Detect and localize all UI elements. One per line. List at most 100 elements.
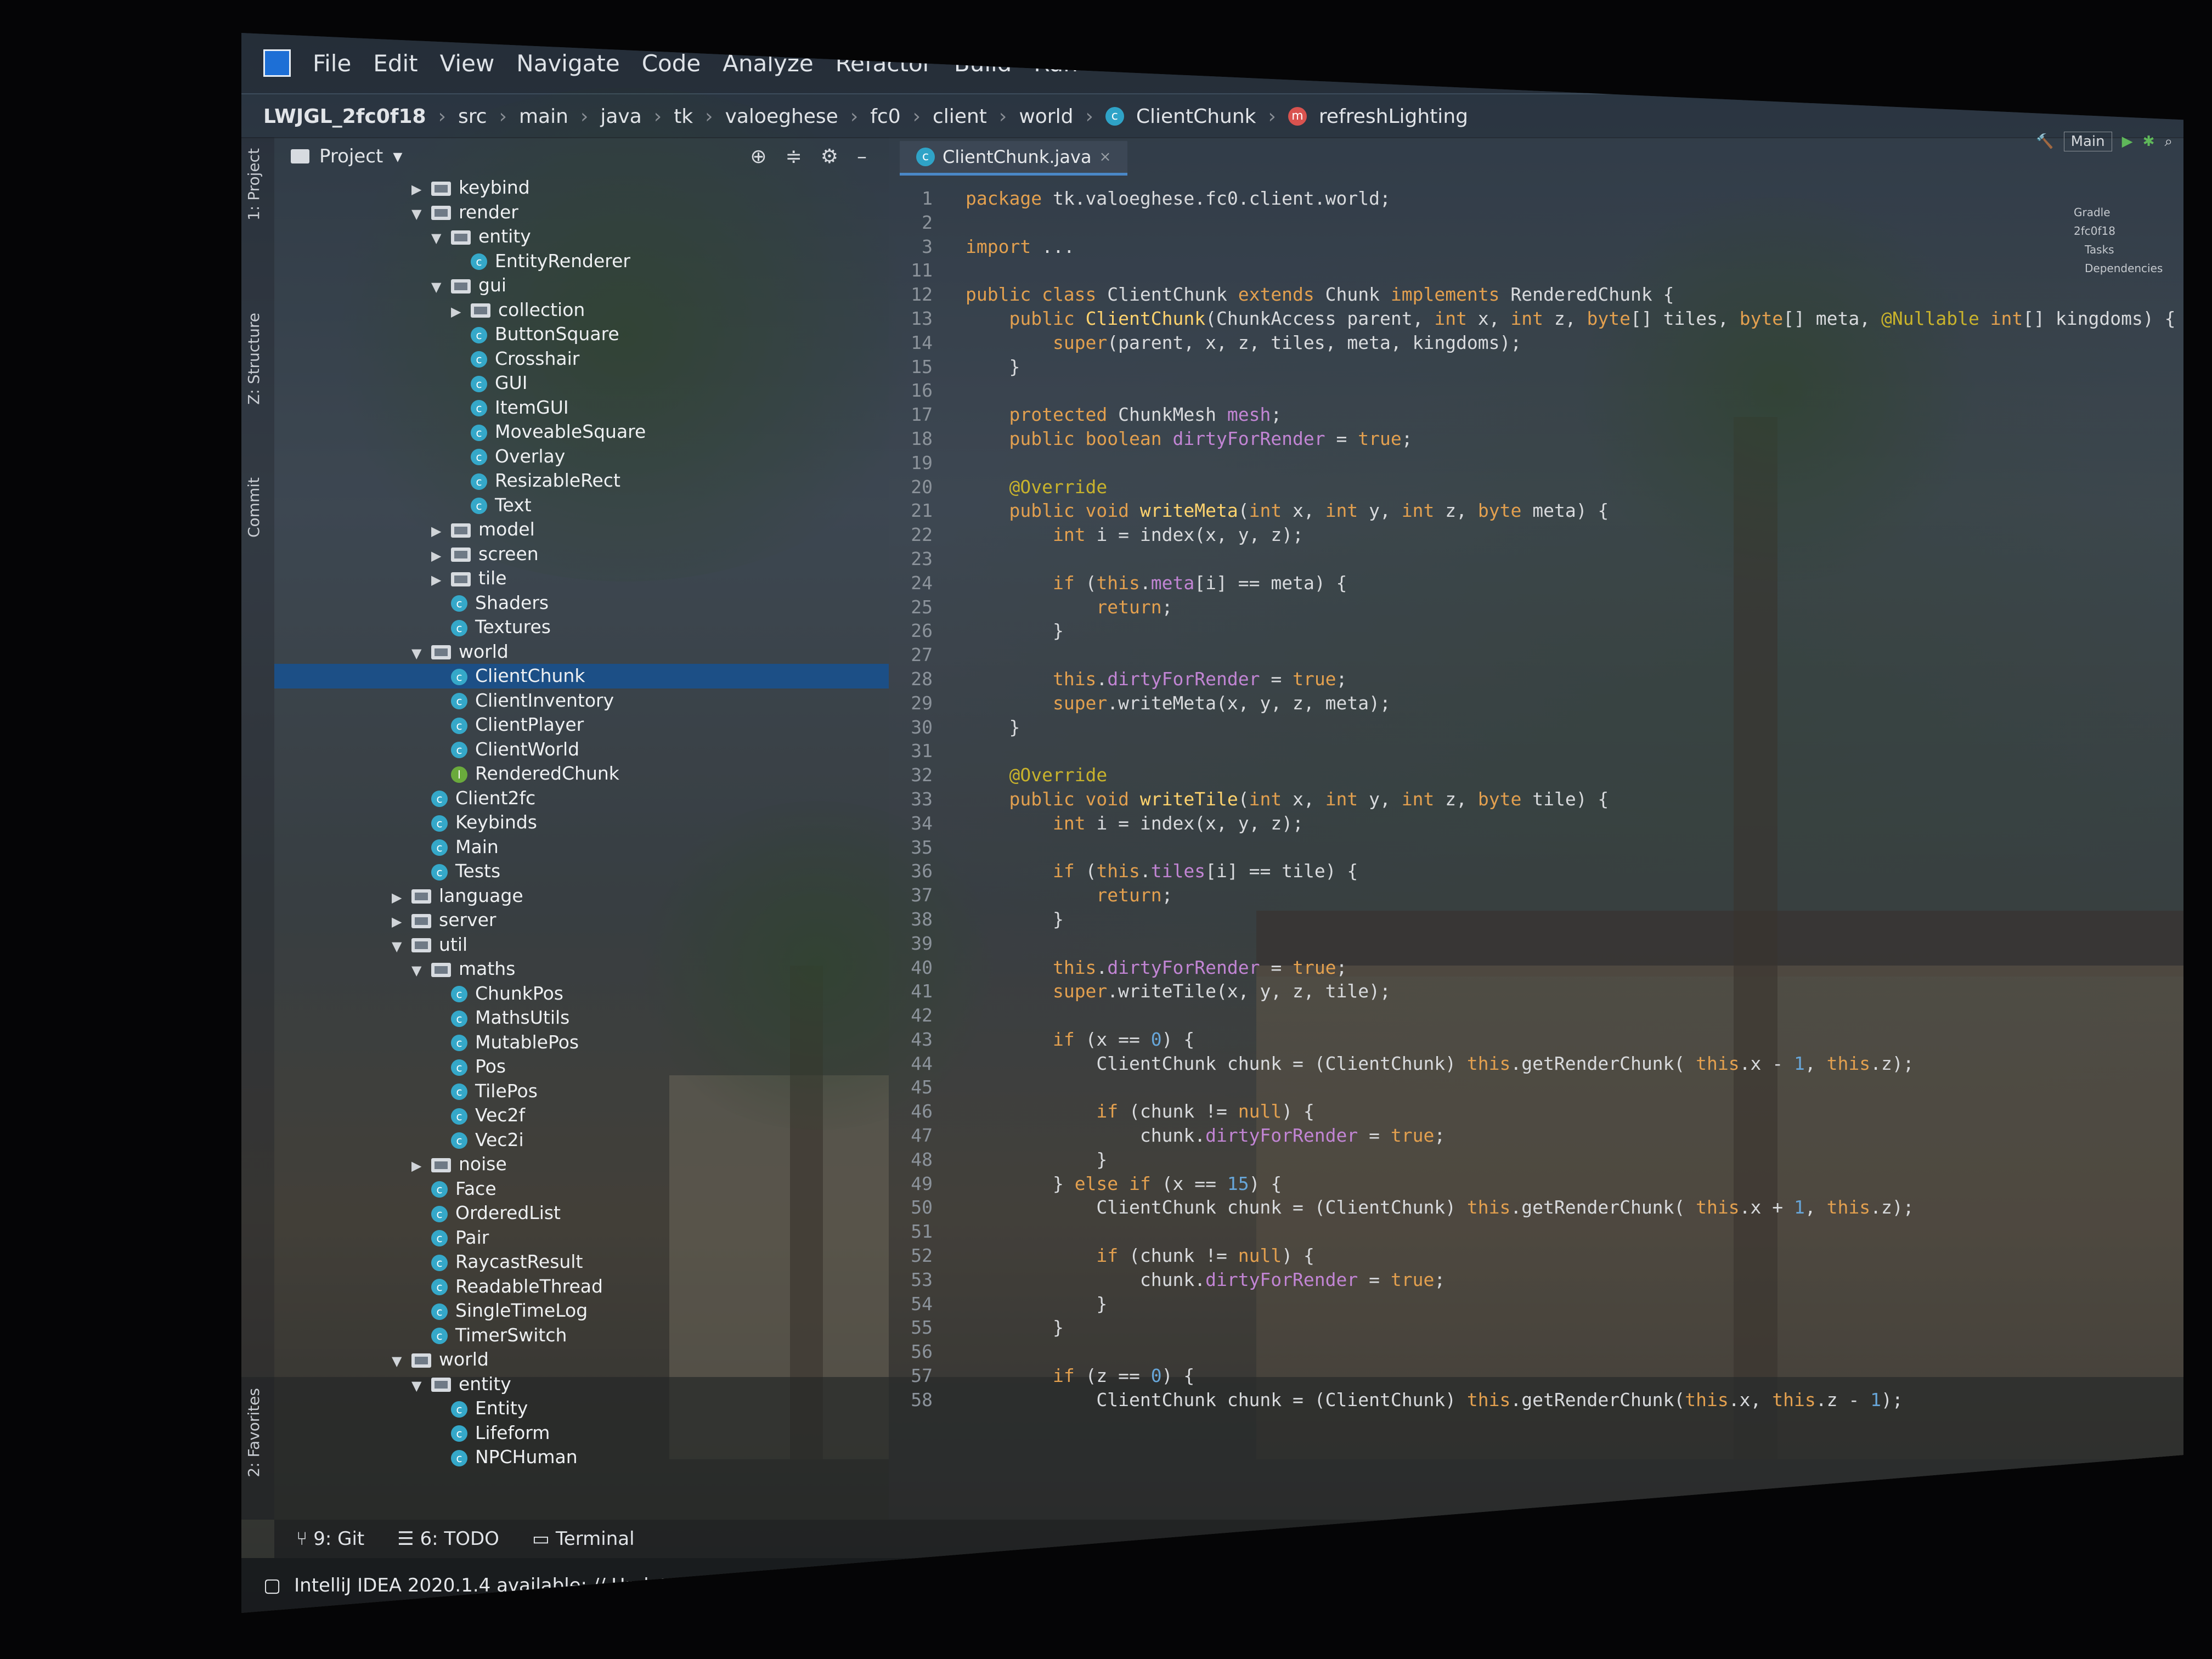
menu-help[interactable]: Help — [1360, 50, 1413, 77]
code-line[interactable]: if (chunk != null) { — [966, 1099, 2175, 1124]
code-line[interactable]: package tk.valoeghese.fc0.client.world; — [966, 187, 2175, 211]
code-line[interactable]: @Override — [966, 475, 2175, 499]
code-line[interactable]: super.writeMeta(x, y, z, meta); — [966, 691, 2175, 715]
status-item[interactable]: 161:40 — [1907, 1579, 1949, 1593]
code-line[interactable] — [966, 932, 2175, 956]
code-line[interactable] — [966, 739, 2175, 763]
tree-item[interactable]: c GUI — [274, 371, 889, 396]
tree-item[interactable]: c SingleTimeLog — [274, 1299, 889, 1323]
code-line[interactable]: } — [966, 1316, 2175, 1340]
code-line[interactable]: protected ChunkMesh mesh; — [966, 403, 2175, 427]
locate-icon[interactable]: ⊕ — [750, 145, 766, 168]
menu-file[interactable]: File — [313, 50, 351, 77]
menu-edit[interactable]: Edit — [373, 50, 417, 77]
search-icon[interactable]: ⌕ — [2164, 133, 2172, 150]
code-line[interactable] — [966, 547, 2175, 571]
tree-item[interactable]: c ClientInventory — [274, 689, 889, 713]
terminal-tool-button[interactable]: ▭ Terminal — [532, 1528, 635, 1550]
tree-item[interactable]: c Textures — [274, 615, 889, 640]
chevron-right-icon[interactable]: ▶ — [392, 885, 411, 910]
chevron-down-icon[interactable]: ▼ — [411, 1374, 431, 1398]
tree-item[interactable]: ▼ maths — [274, 957, 889, 981]
menu-refactor[interactable]: Refactor — [836, 50, 932, 77]
status-item[interactable]: master — [2097, 1579, 2140, 1593]
chevron-down-icon[interactable]: ▼ — [411, 641, 431, 666]
gradle-item[interactable]: Dependencies — [2074, 259, 2183, 278]
tree-item[interactable]: c Shaders — [274, 591, 889, 616]
code-line[interactable]: } — [966, 1148, 2175, 1172]
chevron-right-icon[interactable]: ▶ — [431, 519, 451, 544]
debug-icon[interactable]: ✱ — [2143, 133, 2155, 150]
breadcrumb-segment[interactable]: world — [1019, 105, 1073, 128]
code-line[interactable] — [966, 451, 2175, 475]
chevron-down-icon[interactable]: ▾ — [393, 145, 402, 167]
code-line[interactable]: import ... — [966, 235, 2175, 259]
tree-item[interactable]: c MathsUtils — [274, 1006, 889, 1030]
tree-item[interactable]: ▼ gui — [274, 273, 889, 298]
breadcrumb-segment[interactable]: main — [519, 105, 568, 128]
code-line[interactable]: } — [966, 715, 2175, 740]
code-line[interactable]: if (this.meta[i] == meta) { — [966, 571, 2175, 595]
tree-item[interactable]: ▼ util — [274, 933, 889, 957]
run-config-select[interactable]: Main — [2063, 132, 2112, 151]
breadcrumb-segment[interactable]: src — [458, 105, 487, 128]
code-line[interactable]: public void writeTile(int x, int y, int … — [966, 787, 2175, 811]
tree-item[interactable]: c Keybinds — [274, 810, 889, 835]
tree-item[interactable]: ▶ keybind — [274, 176, 889, 200]
tree-item[interactable]: c ClientChunk — [274, 664, 889, 689]
menu-navigate[interactable]: Navigate — [516, 50, 619, 77]
gradle-item[interactable]: Tasks — [2074, 240, 2183, 259]
tree-item[interactable]: ▼ render — [274, 200, 889, 225]
code-line[interactable]: if (x == 0) { — [966, 1028, 2175, 1052]
code-line[interactable] — [966, 1003, 2175, 1028]
code-line[interactable]: this.dirtyForRender = true; — [966, 667, 2175, 691]
chevron-down-icon[interactable]: ▼ — [431, 275, 451, 300]
chevron-down-icon[interactable]: ▼ — [411, 202, 431, 227]
code-line[interactable]: public boolean dirtyForRender = true; — [966, 427, 2175, 451]
chevron-down-icon[interactable]: ▼ — [431, 226, 451, 251]
status-message[interactable]: IntelliJ IDEA 2020.1.4 available: // Upd… — [294, 1575, 851, 1596]
chevron-down-icon[interactable]: ▼ — [392, 934, 411, 959]
breadcrumb-method[interactable]: refreshLighting — [1319, 105, 1468, 128]
breadcrumb-segment[interactable]: client — [933, 105, 987, 128]
tree-item[interactable]: c TimerSwitch — [274, 1323, 889, 1348]
code-line[interactable]: public ClientChunk(ChunkAccess parent, i… — [966, 307, 2175, 331]
tree-item[interactable]: c Entity — [274, 1396, 889, 1421]
code-line[interactable] — [966, 211, 2175, 235]
code-line[interactable]: } — [966, 619, 2175, 643]
tree-item[interactable]: ▶ noise — [274, 1152, 889, 1177]
tree-item[interactable]: c Main — [274, 835, 889, 860]
todo-tool-button[interactable]: ☰ 6: TODO — [397, 1528, 499, 1550]
breadcrumb-project[interactable]: LWJGL_2fc0f18 — [263, 105, 426, 128]
chevron-right-icon[interactable]: ▶ — [411, 177, 431, 202]
chevron-right-icon[interactable]: ▶ — [431, 568, 451, 592]
code-line[interactable]: if (this.tiles[i] == tile) { — [966, 859, 2175, 883]
run-icon[interactable]: ▶ — [2122, 133, 2133, 150]
code-line[interactable]: super(parent, x, z, tiles, meta, kingdom… — [966, 331, 2175, 355]
project-view-selector[interactable]: Project — [319, 145, 383, 167]
tree-item[interactable]: c ButtonSquare — [274, 322, 889, 347]
code-line[interactable]: int i = index(x, y, z); — [966, 811, 2175, 836]
menu-view[interactable]: View — [440, 50, 495, 77]
tree-item[interactable]: c Vec2f — [274, 1103, 889, 1128]
code-line[interactable]: int i = index(x, y, z); — [966, 523, 2175, 547]
tree-item[interactable]: ▶ language — [274, 884, 889, 909]
menu-code[interactable]: Code — [642, 50, 701, 77]
code-line[interactable] — [966, 643, 2175, 667]
code-line[interactable]: @Override — [966, 763, 2175, 787]
tool-window-structure[interactable]: Z: Structure — [245, 313, 263, 405]
code-area[interactable]: 1 2 3 11 12 13 14 15 16 17 18 19 20 21 22 23 24 25 26 27 28 2… — [889, 187, 2183, 1509]
tool-window-commit[interactable]: Commit — [245, 477, 263, 538]
tree-item[interactable]: c Lifeform — [274, 1421, 889, 1446]
tree-item[interactable]: ▶ tile — [274, 566, 889, 591]
tree-item[interactable]: c ChunkPos — [274, 981, 889, 1006]
window-icon[interactable]: ▢ — [263, 1575, 281, 1596]
chevron-right-icon[interactable]: ▶ — [451, 300, 471, 324]
menu-build[interactable]: Build — [954, 50, 1012, 77]
tree-item[interactable]: c Crosshair — [274, 347, 889, 371]
tree-item[interactable]: c Vec2i — [274, 1128, 889, 1153]
code-line[interactable]: public void writeMeta(int x, int y, int … — [966, 499, 2175, 523]
code-line[interactable] — [966, 1220, 2175, 1244]
tree-item[interactable]: c MutablePos — [274, 1030, 889, 1055]
chevron-right-icon[interactable]: ▶ — [392, 910, 411, 934]
